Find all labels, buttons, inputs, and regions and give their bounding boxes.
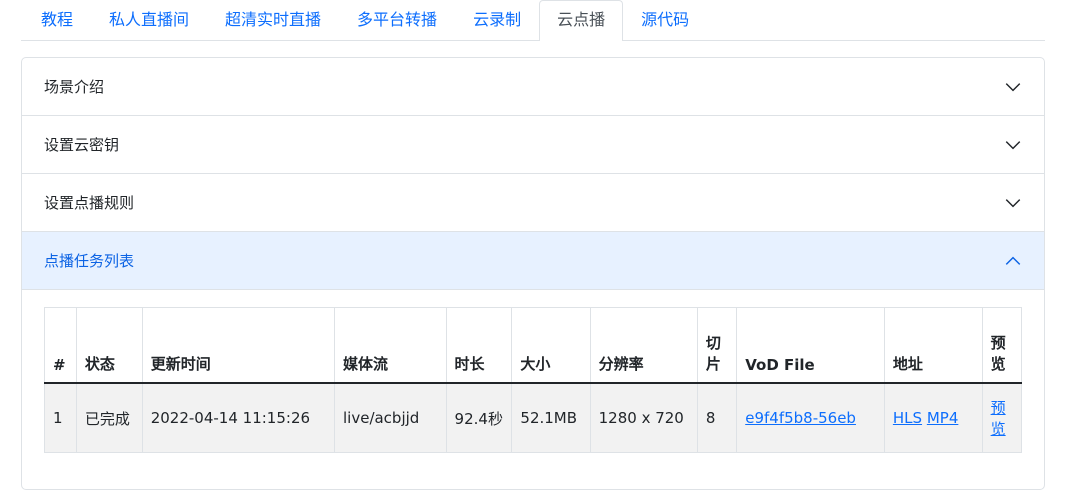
tab-cloud-record[interactable]: 云录制 bbox=[455, 0, 539, 40]
table-row: 1 已完成 2022-04-14 11:15:26 live/acbjjd 92… bbox=[44, 382, 1023, 453]
tab-private-live-room[interactable]: 私人直播间 bbox=[91, 0, 207, 40]
cell-vod-file: e9f4f5b8-56eb bbox=[736, 382, 885, 453]
col-preview: 预览 bbox=[981, 307, 1023, 384]
accordion-header-vod-tasks[interactable]: 点播任务列表 bbox=[22, 232, 1044, 290]
accordion-body-vod-tasks: # 状态 更新时间 媒体流 时长 大小 分辨率 切片 VoD File 地址 预… bbox=[22, 290, 1044, 489]
col-address: 地址 bbox=[883, 307, 983, 384]
col-status: 状态 bbox=[75, 307, 143, 384]
cell-index: 1 bbox=[44, 382, 77, 453]
chevron-up-icon bbox=[1005, 256, 1021, 265]
accordion-item-vod-tasks: 点播任务列表 # 状态 更新时间 媒体流 时长 大小 分辨率 切片 VoD Fi… bbox=[22, 232, 1044, 489]
tab-source-code[interactable]: 源代码 bbox=[623, 0, 707, 40]
accordion-header-scenario[interactable]: 场景介绍 bbox=[22, 58, 1044, 115]
accordion-title: 设置点播规则 bbox=[44, 194, 135, 212]
col-vod-file: VoD File bbox=[736, 307, 885, 384]
col-stream: 媒体流 bbox=[334, 307, 447, 384]
cell-updated: 2022-04-14 11:15:26 bbox=[141, 382, 336, 453]
vod-task-table: # 状态 更新时间 媒体流 时长 大小 分辨率 切片 VoD File 地址 预… bbox=[44, 307, 1023, 453]
tab-multi-platform[interactable]: 多平台转播 bbox=[339, 0, 455, 40]
nav-tabs: 教程 私人直播间 超清实时直播 多平台转播 云录制 云点播 源代码 bbox=[21, 0, 1045, 41]
col-resolution: 分辨率 bbox=[589, 307, 698, 384]
col-updated: 更新时间 bbox=[141, 307, 336, 384]
chevron-down-icon bbox=[1005, 82, 1021, 91]
mp4-link[interactable]: MP4 bbox=[927, 409, 959, 427]
preview-link[interactable]: 预览 bbox=[991, 399, 1006, 438]
tab-cloud-vod[interactable]: 云点播 bbox=[539, 0, 624, 41]
accordion-item-vod-rules: 设置点播规则 bbox=[22, 174, 1044, 232]
accordion-header-vod-rules[interactable]: 设置点播规则 bbox=[22, 174, 1044, 231]
tab-tutorial[interactable]: 教程 bbox=[21, 0, 91, 40]
accordion-item-scenario: 场景介绍 bbox=[22, 58, 1044, 116]
cell-resolution: 1280 x 720 bbox=[589, 382, 698, 453]
cell-size: 52.1MB bbox=[511, 382, 591, 453]
vod-file-link[interactable]: e9f4f5b8-56eb bbox=[745, 409, 856, 427]
tab-hd-live[interactable]: 超清实时直播 bbox=[207, 0, 339, 40]
accordion-item-cloud-key: 设置云密钥 bbox=[22, 116, 1044, 174]
hls-link[interactable]: HLS bbox=[893, 409, 922, 427]
accordion-title: 场景介绍 bbox=[44, 78, 105, 96]
cell-stream: live/acbjjd bbox=[334, 382, 447, 453]
accordion: 场景介绍 设置云密钥 设置点播规则 点播任务列表 # 状态 更新时间 媒体流 时… bbox=[21, 57, 1045, 490]
accordion-header-cloud-key[interactable]: 设置云密钥 bbox=[22, 116, 1044, 173]
cell-segments: 8 bbox=[696, 382, 738, 453]
table-header-row: # 状态 更新时间 媒体流 时长 大小 分辨率 切片 VoD File 地址 预… bbox=[44, 307, 1023, 384]
cell-address: HLS MP4 bbox=[883, 382, 983, 453]
col-size: 大小 bbox=[511, 307, 591, 384]
accordion-title: 点播任务列表 bbox=[44, 252, 135, 270]
chevron-down-icon bbox=[1005, 198, 1021, 207]
col-index: # bbox=[44, 307, 77, 384]
cell-preview: 预览 bbox=[981, 382, 1023, 453]
cell-status: 已完成 bbox=[75, 382, 143, 453]
col-duration: 时长 bbox=[445, 307, 513, 384]
accordion-title: 设置云密钥 bbox=[44, 136, 120, 154]
col-segments: 切片 bbox=[696, 307, 738, 384]
chevron-down-icon bbox=[1005, 140, 1021, 149]
cell-duration: 92.4秒 bbox=[445, 382, 513, 453]
